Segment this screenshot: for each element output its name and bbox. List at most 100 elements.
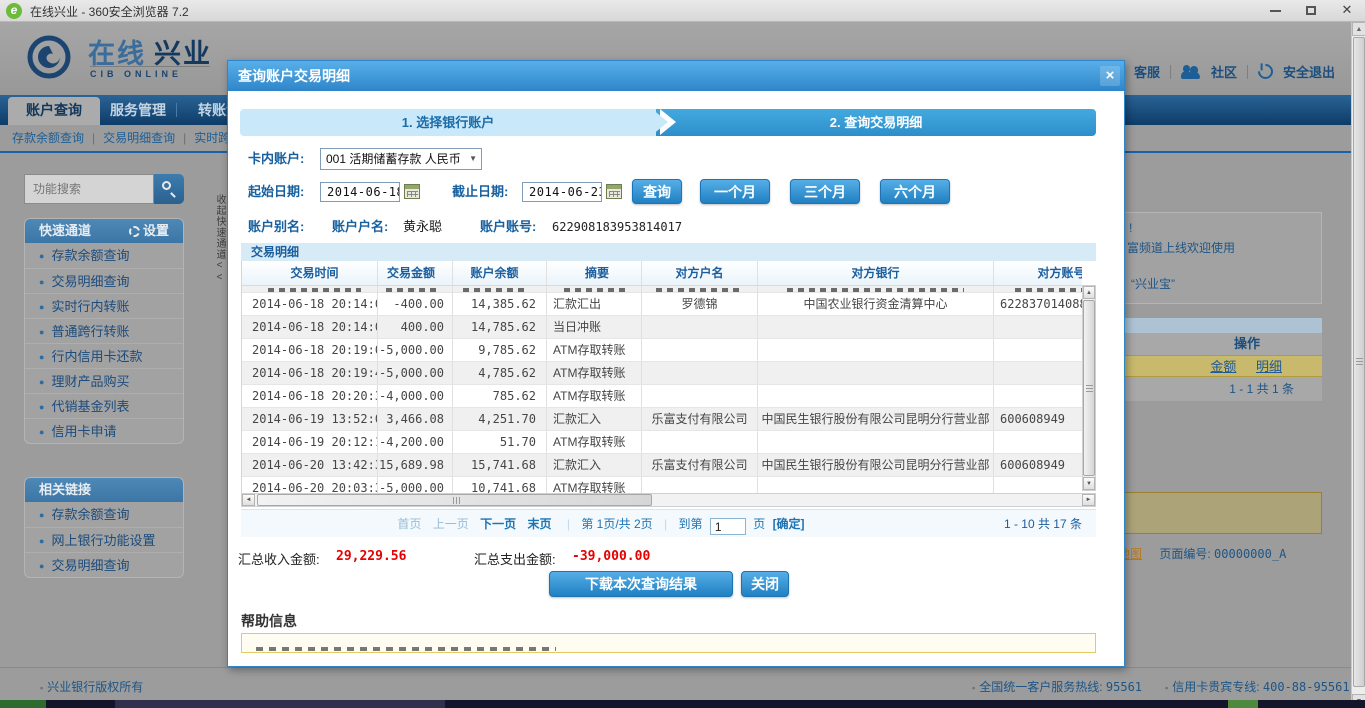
transaction-detail-modal: 查询账户交易明细 × 2. 查询交易明细 1. 选择银行账户 卡内账户: 001… [227,60,1125,667]
hotline-text: ▪ 全国统一客户服务热线: 95561 [972,680,1143,694]
quick-channel-item-5[interactable]: ● 理财产品购买 [25,368,183,393]
bullet-icon: ● [39,277,45,287]
clipped-cell [242,286,378,293]
safe-logout-link[interactable]: 安全退出 [1283,62,1335,81]
quick-channel-item-1[interactable]: ● 交易明细查询 [25,268,183,293]
bullet-icon: ● [39,251,45,261]
counterparty-account-cell [994,339,1082,361]
txn-time-cell: 2014-06-18 20:20:30 [242,385,378,407]
start-date-label: 起始日期: [248,184,305,199]
customer-service-link[interactable]: 客服 [1134,62,1160,81]
one-month-button[interactable]: 一个月 [700,179,770,204]
search-input[interactable] [24,174,154,204]
detail-link[interactable]: 明细 [1256,359,1282,374]
search-button[interactable] [154,174,184,204]
query-button[interactable]: 查询 [632,179,682,204]
clipped-cell [453,286,547,293]
txn-amount-cell: -4,000.00 [378,385,453,407]
table-scroll-up-button[interactable]: ▲ [1083,286,1095,299]
card-account-select[interactable]: 001 活期储蓄存款 人民币 ▼ [320,148,482,170]
window-maximize-button[interactable] [1294,0,1328,21]
quick-channel-settings[interactable]: 设置 [128,219,169,243]
download-results-button[interactable]: 下载本次查询结果 [549,571,733,597]
divider: | [566,517,570,531]
txn-time-cell: 2014-06-19 20:12:18 [242,431,378,453]
table-scrollbar-thumb[interactable] [1083,300,1095,476]
column-header-counterparty-name: 对方户名 [642,261,758,285]
txn-time-cell: 2014-06-20 13:42:36 [242,454,378,476]
window-close-button[interactable]: ✕ [1330,0,1364,21]
hscrollbar-thumb[interactable] [257,494,652,506]
modal-close-button[interactable]: × [1100,66,1120,86]
quick-channel-item-6[interactable]: ● 代销基金列表 [25,393,183,418]
community-link[interactable]: 社区 [1211,62,1237,81]
goto-page-suffix: 页 [753,517,766,531]
clipped-text-fragment [656,288,743,292]
quick-channel-title: 快速通道 [39,223,92,238]
collapse-quick-channel-strip[interactable]: 收起快速通道<< [212,194,227,344]
scroll-up-button[interactable]: ▲ [1352,22,1365,36]
subnav-item-1[interactable]: 交易明细查询 [103,131,175,145]
start-date-input[interactable] [320,182,400,202]
table-horizontal-scrollbar[interactable]: ◄ ► [241,493,1096,507]
quick-channel-item-4[interactable]: ● 行内信用卡还款 [25,343,183,368]
start-date-calendar-icon[interactable] [404,184,420,199]
table-body: 2014-06-18 20:14:07 -400.00 14,385.62 汇款汇出罗… [242,286,1082,500]
clipped-text-fragment [1015,288,1082,292]
up-arrow-icon: ▲ [1086,290,1092,296]
gear-icon [128,226,140,237]
txn-time-cell: 2014-06-18 20:14:08 [242,316,378,338]
quick-channel-item-7[interactable]: ● 信用卡申请 [25,418,183,443]
goto-confirm-link[interactable]: [确定] [773,517,805,531]
table-vertical-scrollbar[interactable]: ▲ ▼ [1082,285,1096,491]
window-minimize-button[interactable] [1258,0,1292,21]
vip-line-text: ▪ 信用卡贵宾专线: 400-88-95561 [1165,680,1350,694]
site-footer: ▪ 兴业银行版权所有 ▪ 全国统一客户服务热线: 95561 ▪ 信用卡贵宾专线: 4… [0,667,1351,700]
table-scroll-down-button[interactable]: ▼ [1083,477,1095,490]
last-page-link[interactable]: 末页 [528,517,552,531]
end-date-calendar-icon[interactable] [606,184,622,199]
table-row: 2014-06-18 20:19:45 -5,000.00 4,785.62 ATM存… [242,362,1082,385]
three-month-button[interactable]: 三个月 [790,179,860,204]
table-scroll-right-button[interactable]: ► [1082,494,1095,506]
close-button[interactable]: 关闭 [741,571,789,597]
browser-scrollbar[interactable]: ▲ ▼ [1351,22,1365,708]
clipped-text-fragment [386,288,436,292]
end-date-input[interactable] [522,182,602,202]
account-name-label: 账户户名: [332,219,389,234]
tab-service-management[interactable]: 服务管理 [92,95,184,125]
scrollbar-thumb[interactable] [1353,37,1365,687]
quick-channel-item-2[interactable]: ● 实时行内转账 [25,293,183,318]
quick-channel-item-0[interactable]: ● 存款余额查询 [25,243,183,268]
related-link-item-0[interactable]: ● 存款余额查询 [25,502,183,527]
related-link-item-2[interactable]: ● 交易明细查询 [25,552,183,577]
tab-account-query[interactable]: 账户查询 [8,97,100,125]
total-expense-value: -39,000.00 [572,549,651,564]
six-month-button[interactable]: 六个月 [880,179,950,204]
counterparty-name-cell [642,362,758,384]
notice-line: 富频道上线欢迎使用 [1127,241,1236,255]
counterparty-account-cell [994,385,1082,407]
prev-page-link[interactable]: 上一页 [433,517,469,531]
account-number-label: 账户账号: [480,219,537,234]
bullet-icon: ● [39,327,45,337]
txn-amount-cell: -4,200.00 [378,431,453,453]
quick-channel-item-3[interactable]: ● 普通跨行转账 [25,318,183,343]
counterparty-bank-cell: 中国民生银行股份有限公司昆明分行营业部 [758,408,994,430]
related-link-item-1[interactable]: ● 网上银行功能设置 [25,527,183,552]
first-page-link[interactable]: 首页 [397,517,421,531]
scrollbar-grip [1086,385,1093,392]
goto-page-input[interactable]: 1 [709,518,746,535]
table-scroll-left-button[interactable]: ◄ [242,494,255,506]
table-row: 2014-06-18 20:20:30 -4,000.00 785.62 ATM存取转… [242,385,1082,408]
browser-logo-icon: e [6,3,22,19]
table-row: 2014-06-19 20:12:18 -4,200.00 51.70 ATM存取转账 [242,431,1082,454]
notice-line: “兴业宝” [1131,277,1175,291]
table-row: 2014-06-18 20:14:08 400.00 14,785.62 当日冲账 [242,316,1082,339]
quick-channel-item-label: 交易明细查询 [51,274,130,289]
amount-link[interactable]: 金额 [1210,359,1236,374]
subnav-item-0[interactable]: 存款余额查询 [12,131,84,145]
next-page-link[interactable]: 下一页 [480,517,516,531]
select-dropdown-icon: ▼ [469,154,477,163]
square-bullet-icon: ▪ [1165,683,1169,693]
